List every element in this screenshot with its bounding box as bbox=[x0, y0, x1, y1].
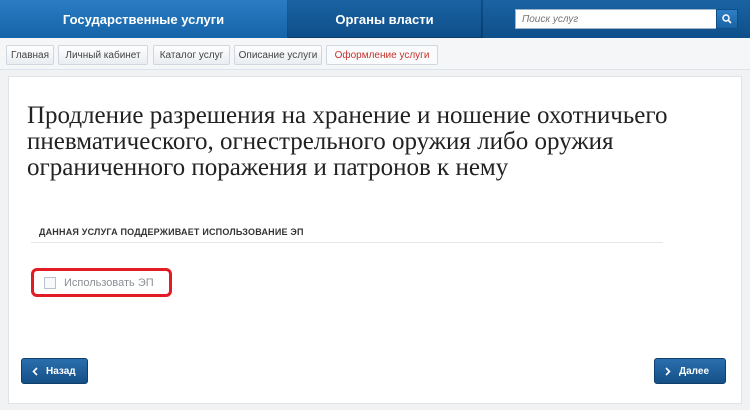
back-button[interactable]: Назад bbox=[21, 358, 88, 384]
tab-government-services[interactable]: Государственные услуги bbox=[0, 0, 288, 38]
chevron-right-icon bbox=[665, 366, 671, 376]
ep-checkbox[interactable] bbox=[44, 276, 56, 289]
next-button-label: Далее bbox=[679, 365, 710, 377]
back-button-label: Назад bbox=[46, 365, 76, 377]
chevron-left-icon bbox=[32, 366, 38, 376]
magnifier-icon bbox=[722, 14, 732, 24]
ep-checkbox-highlight: Использовать ЭП bbox=[31, 268, 172, 297]
breadcrumb-item-description[interactable]: Описание услуги bbox=[234, 45, 322, 65]
tab-authorities[interactable]: Органы власти bbox=[288, 0, 482, 38]
ep-support-heading: ДАННАЯ УСЛУГА ПОДДЕРЖИВАЕТ ИСПОЛЬЗОВАНИЕ… bbox=[39, 227, 304, 237]
top-navigation: Государственные услуги Органы власти bbox=[0, 0, 750, 38]
next-button[interactable]: Далее bbox=[654, 358, 726, 384]
search-area bbox=[482, 0, 750, 38]
page-title: Продление разрешения на хранение и ношен… bbox=[27, 102, 668, 181]
breadcrumb-item-home[interactable]: Главная bbox=[6, 45, 54, 65]
breadcrumb-item-catalog[interactable]: Каталог услуг bbox=[153, 45, 230, 65]
breadcrumb-item-cabinet[interactable]: Личный кабинет bbox=[58, 45, 148, 65]
breadcrumb: Главная Личный кабинет Каталог услуг Опи… bbox=[0, 38, 750, 70]
breadcrumb-item-current: Оформление услуги bbox=[326, 45, 438, 65]
ep-checkbox-label[interactable]: Использовать ЭП bbox=[64, 277, 154, 289]
divider bbox=[31, 242, 663, 243]
search-input[interactable] bbox=[515, 9, 717, 29]
search-button[interactable] bbox=[716, 9, 738, 29]
main-panel: Продление разрешения на хранение и ношен… bbox=[8, 76, 742, 404]
